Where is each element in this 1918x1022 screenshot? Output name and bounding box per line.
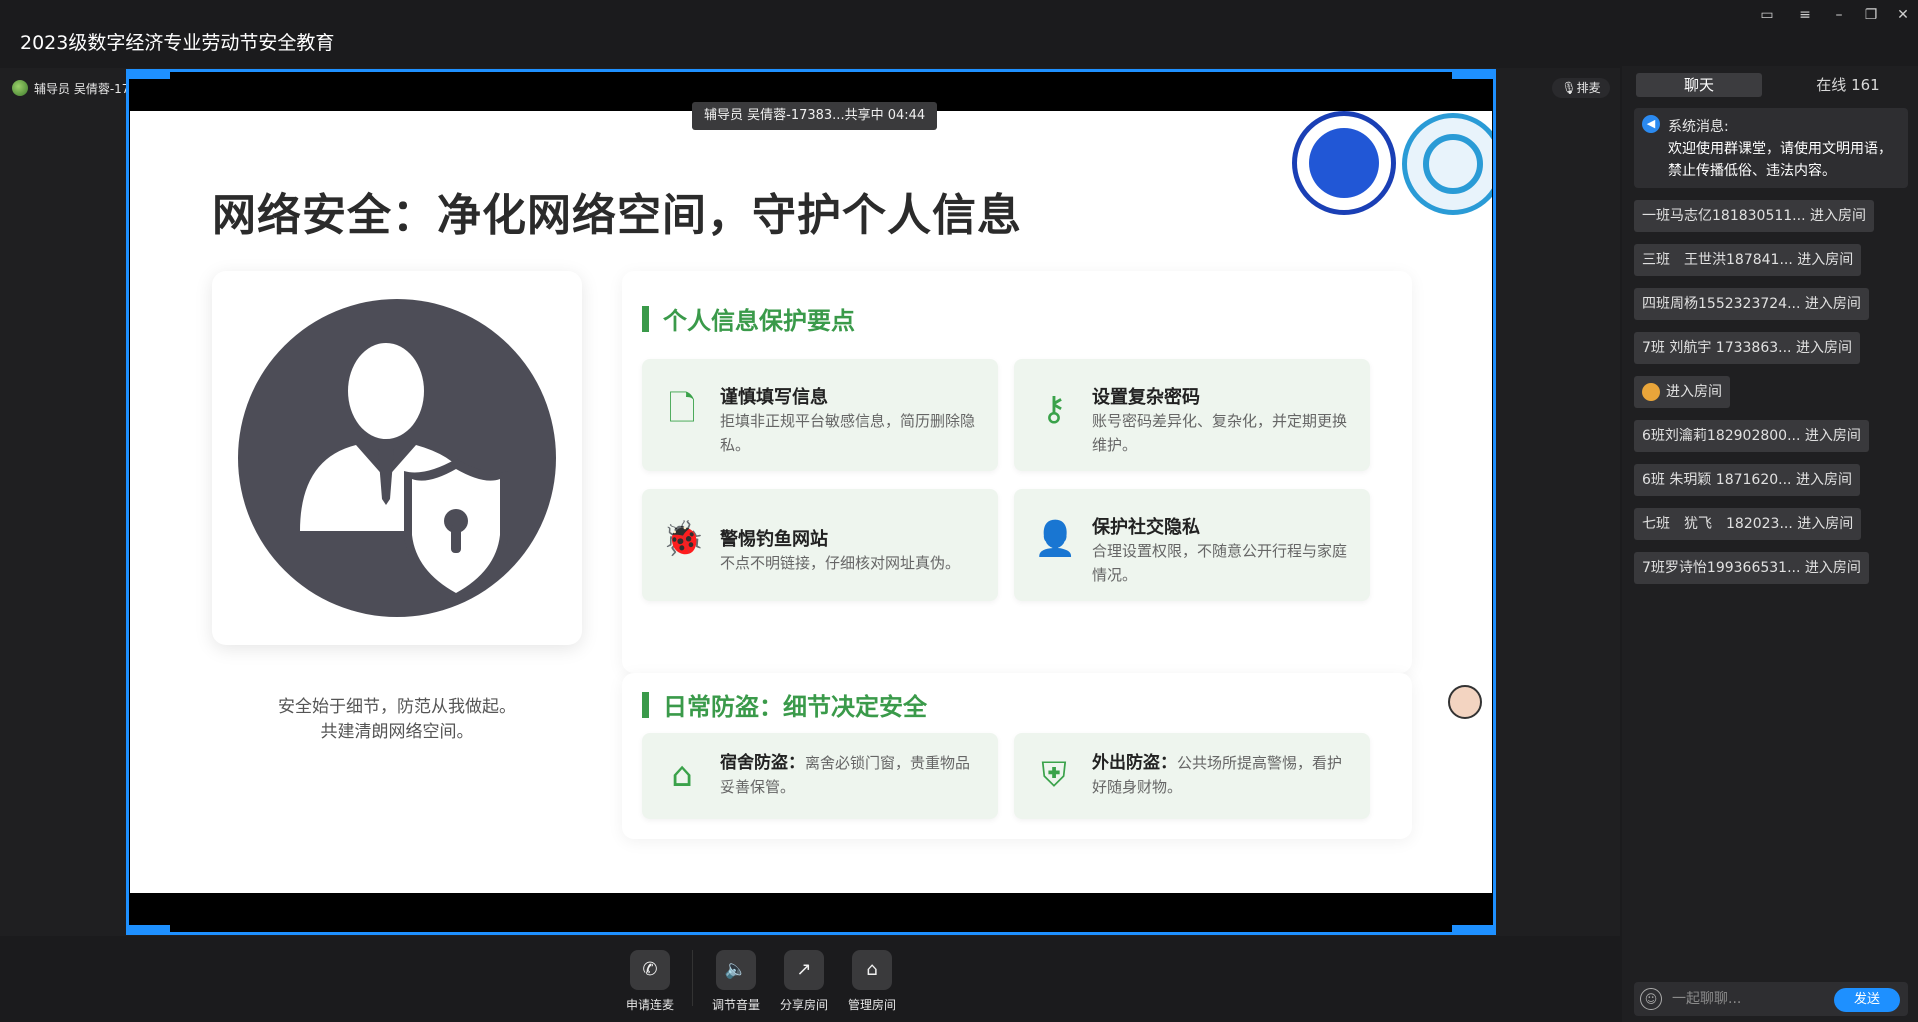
document-lock-icon: 🗋 bbox=[668, 389, 696, 429]
menu-icon[interactable]: ≡ bbox=[1792, 4, 1818, 26]
frame-corner bbox=[1452, 69, 1496, 79]
speaker-icon: ◀ bbox=[1642, 115, 1660, 133]
frame-corner bbox=[126, 925, 170, 935]
presentation-slide: 网络安全：净化网络空间，守护个人信息 安全始于细节，防范从我做起。 共建清朗网络… bbox=[130, 111, 1492, 893]
tip-title: 设置复杂密码 bbox=[1092, 387, 1200, 408]
chat-message-list: 一班马志亿181830511... 进入房间 三班 王世洪187841... 进… bbox=[1634, 200, 1914, 596]
speaker-icon: 🔈 bbox=[716, 950, 756, 990]
tip-card: ⌂ 宿舍防盗：离舍必锁门窗，贵重物品妥善保管。 bbox=[642, 733, 998, 819]
restore-icon[interactable]: ❐ bbox=[1858, 4, 1884, 26]
user-lock-icon: 👤 bbox=[1034, 519, 1077, 559]
tip-card: 🗋 谨慎填写信息 拒填非正规平台敏感信息，简历删除隐私。 bbox=[642, 359, 998, 471]
tool-label: 调节音量 bbox=[711, 998, 760, 1012]
manage-room-button[interactable]: ⌂ 管理房间 bbox=[840, 950, 904, 1013]
list-item-text: 进入房间 bbox=[1666, 384, 1722, 400]
list-item: 三班 王世洪187841... 进入房间 bbox=[1634, 244, 1862, 276]
system-message-label: 系统消息: bbox=[1668, 119, 1729, 135]
shield-plus-icon: ⛨ bbox=[1041, 755, 1067, 795]
tip-card: 👤 保护社交隐私 合理设置权限，不随意公开行程与家庭情况。 bbox=[1014, 489, 1370, 601]
house-gear-icon: ⌂ bbox=[852, 950, 892, 990]
request-mic-button[interactable]: ✆ 申请连麦 bbox=[618, 950, 682, 1013]
tip-desc: 账号密码差异化、复杂化，并定期更换维护。 bbox=[1092, 412, 1348, 454]
tip-desc: 合理设置权限，不随意公开行程与家庭情况。 bbox=[1092, 542, 1348, 584]
key-icon: ⚷ bbox=[1041, 389, 1067, 429]
section-bar bbox=[642, 305, 649, 332]
tip-title: 宿舍防盗： bbox=[720, 753, 805, 773]
minimize-icon[interactable]: – bbox=[1826, 4, 1852, 26]
section-title-text: 个人信息保护要点 bbox=[663, 307, 855, 335]
toolbar-divider bbox=[692, 950, 693, 1006]
house-icon: ⌂ bbox=[671, 755, 693, 795]
list-item: 进入房间 bbox=[1634, 376, 1730, 408]
section-title-privacy: 个人信息保护要点 bbox=[642, 301, 855, 336]
share-room-button[interactable]: ↗ 分享房间 bbox=[772, 950, 836, 1013]
system-message-text: 欢迎使用群课堂，请使用文明用语，禁止传播低俗、违法内容。 bbox=[1668, 141, 1892, 179]
caption-line: 共建清朗网络空间。 bbox=[320, 722, 474, 742]
chat-input-row: ☺ 发送 bbox=[1634, 982, 1908, 1016]
slide-heading: 网络安全：净化网络空间，守护个人信息 bbox=[212, 190, 1022, 241]
tip-card: ⛨ 外出防盗：公共场所提高警惕，看护好随身财物。 bbox=[1014, 733, 1370, 819]
tool-label: 分享房间 bbox=[779, 998, 828, 1012]
tip-desc: 不点不明链接，仔细核对网址真伪。 bbox=[720, 554, 961, 572]
emoji-avatar-icon bbox=[1642, 383, 1660, 401]
slide-caption: 安全始于细节，防范从我做起。 共建清朗网络空间。 bbox=[212, 695, 582, 745]
tool-label: 申请连麦 bbox=[625, 998, 674, 1012]
caption-line: 安全始于细节，防范从我做起。 bbox=[278, 697, 516, 717]
frame-corner bbox=[126, 69, 170, 79]
assistant-avatar-icon[interactable] bbox=[1448, 685, 1482, 719]
frame-corner bbox=[1452, 925, 1496, 935]
tip-title: 谨慎填写信息 bbox=[720, 387, 828, 408]
tip-card: ⚷ 设置复杂密码 账号密码差异化、复杂化，并定期更换维护。 bbox=[1014, 359, 1370, 471]
queue-button[interactable]: 🎙排麦 bbox=[1552, 78, 1610, 98]
screen-icon[interactable]: ▭ bbox=[1754, 4, 1780, 26]
tab-chat[interactable]: 聊天 bbox=[1636, 73, 1762, 97]
section-bar bbox=[642, 691, 649, 718]
tip-desc: 宿舍防盗：离舍必锁门窗，贵重物品妥善保管。 bbox=[720, 751, 982, 799]
chat-input[interactable] bbox=[1672, 988, 1822, 1010]
tab-online[interactable]: 在线 161 bbox=[1788, 73, 1908, 97]
host-avatar[interactable] bbox=[12, 80, 28, 96]
volume-button[interactable]: 🔈 调节音量 bbox=[704, 950, 768, 1013]
tip-title: 警惕钓鱼网站 bbox=[720, 529, 828, 550]
tip-title: 外出防盗： bbox=[1092, 753, 1177, 773]
tip-desc: 外出防盗：公共场所提高警惕，看护好随身财物。 bbox=[1092, 751, 1354, 799]
close-icon[interactable]: ✕ bbox=[1890, 4, 1916, 26]
school-logo bbox=[1402, 113, 1492, 215]
phone-icon: ✆ bbox=[630, 950, 670, 990]
share-icon: ↗ bbox=[784, 950, 824, 990]
mic-queue-icon: 🎙 bbox=[1561, 81, 1577, 95]
tip-desc: 拒填非正规平台敏感信息，简历删除隐私。 bbox=[720, 412, 976, 454]
list-item: 7班 刘航宇 1733863... 进入房间 bbox=[1634, 332, 1860, 364]
list-item: 七班 犹飞 182023... 进入房间 bbox=[1634, 508, 1862, 540]
section-title-text: 日常防盗：细节决定安全 bbox=[663, 693, 927, 721]
section-title-theft: 日常防盗：细节决定安全 bbox=[642, 687, 927, 722]
list-item: 6班 朱玥颖 1871620... 进入房间 bbox=[1634, 464, 1860, 496]
share-status-tip: 辅导员 吴倩蓉-17383...共享中 04:44 bbox=[692, 102, 938, 130]
queue-label: 排麦 bbox=[1576, 81, 1601, 95]
college-logo bbox=[1292, 111, 1396, 215]
emoji-icon[interactable]: ☺ bbox=[1640, 988, 1662, 1010]
list-item: 7班罗诗怡199366531... 进入房间 bbox=[1634, 552, 1869, 584]
list-item: 6班刘瀹莉182902800... 进入房间 bbox=[1634, 420, 1869, 452]
bug-icon: 🐞 bbox=[662, 519, 705, 559]
system-message: ◀ 系统消息: 欢迎使用群课堂，请使用文明用语，禁止传播低俗、违法内容。 bbox=[1634, 108, 1908, 188]
tool-label: 管理房间 bbox=[847, 998, 896, 1012]
tip-card: 🐞 警惕钓鱼网站 不点不明链接，仔细核对网址真伪。 bbox=[642, 489, 998, 601]
window-title: 2023级数字经济专业劳动节安全教育 bbox=[20, 32, 335, 54]
list-item: 一班马志亿181830511... 进入房间 bbox=[1634, 200, 1874, 232]
list-item: 四班周杨1552323724... 进入房间 bbox=[1634, 288, 1869, 320]
send-button[interactable]: 发送 bbox=[1834, 988, 1900, 1012]
tip-title: 保护社交隐私 bbox=[1092, 517, 1200, 538]
user-shield-icon bbox=[238, 299, 556, 617]
